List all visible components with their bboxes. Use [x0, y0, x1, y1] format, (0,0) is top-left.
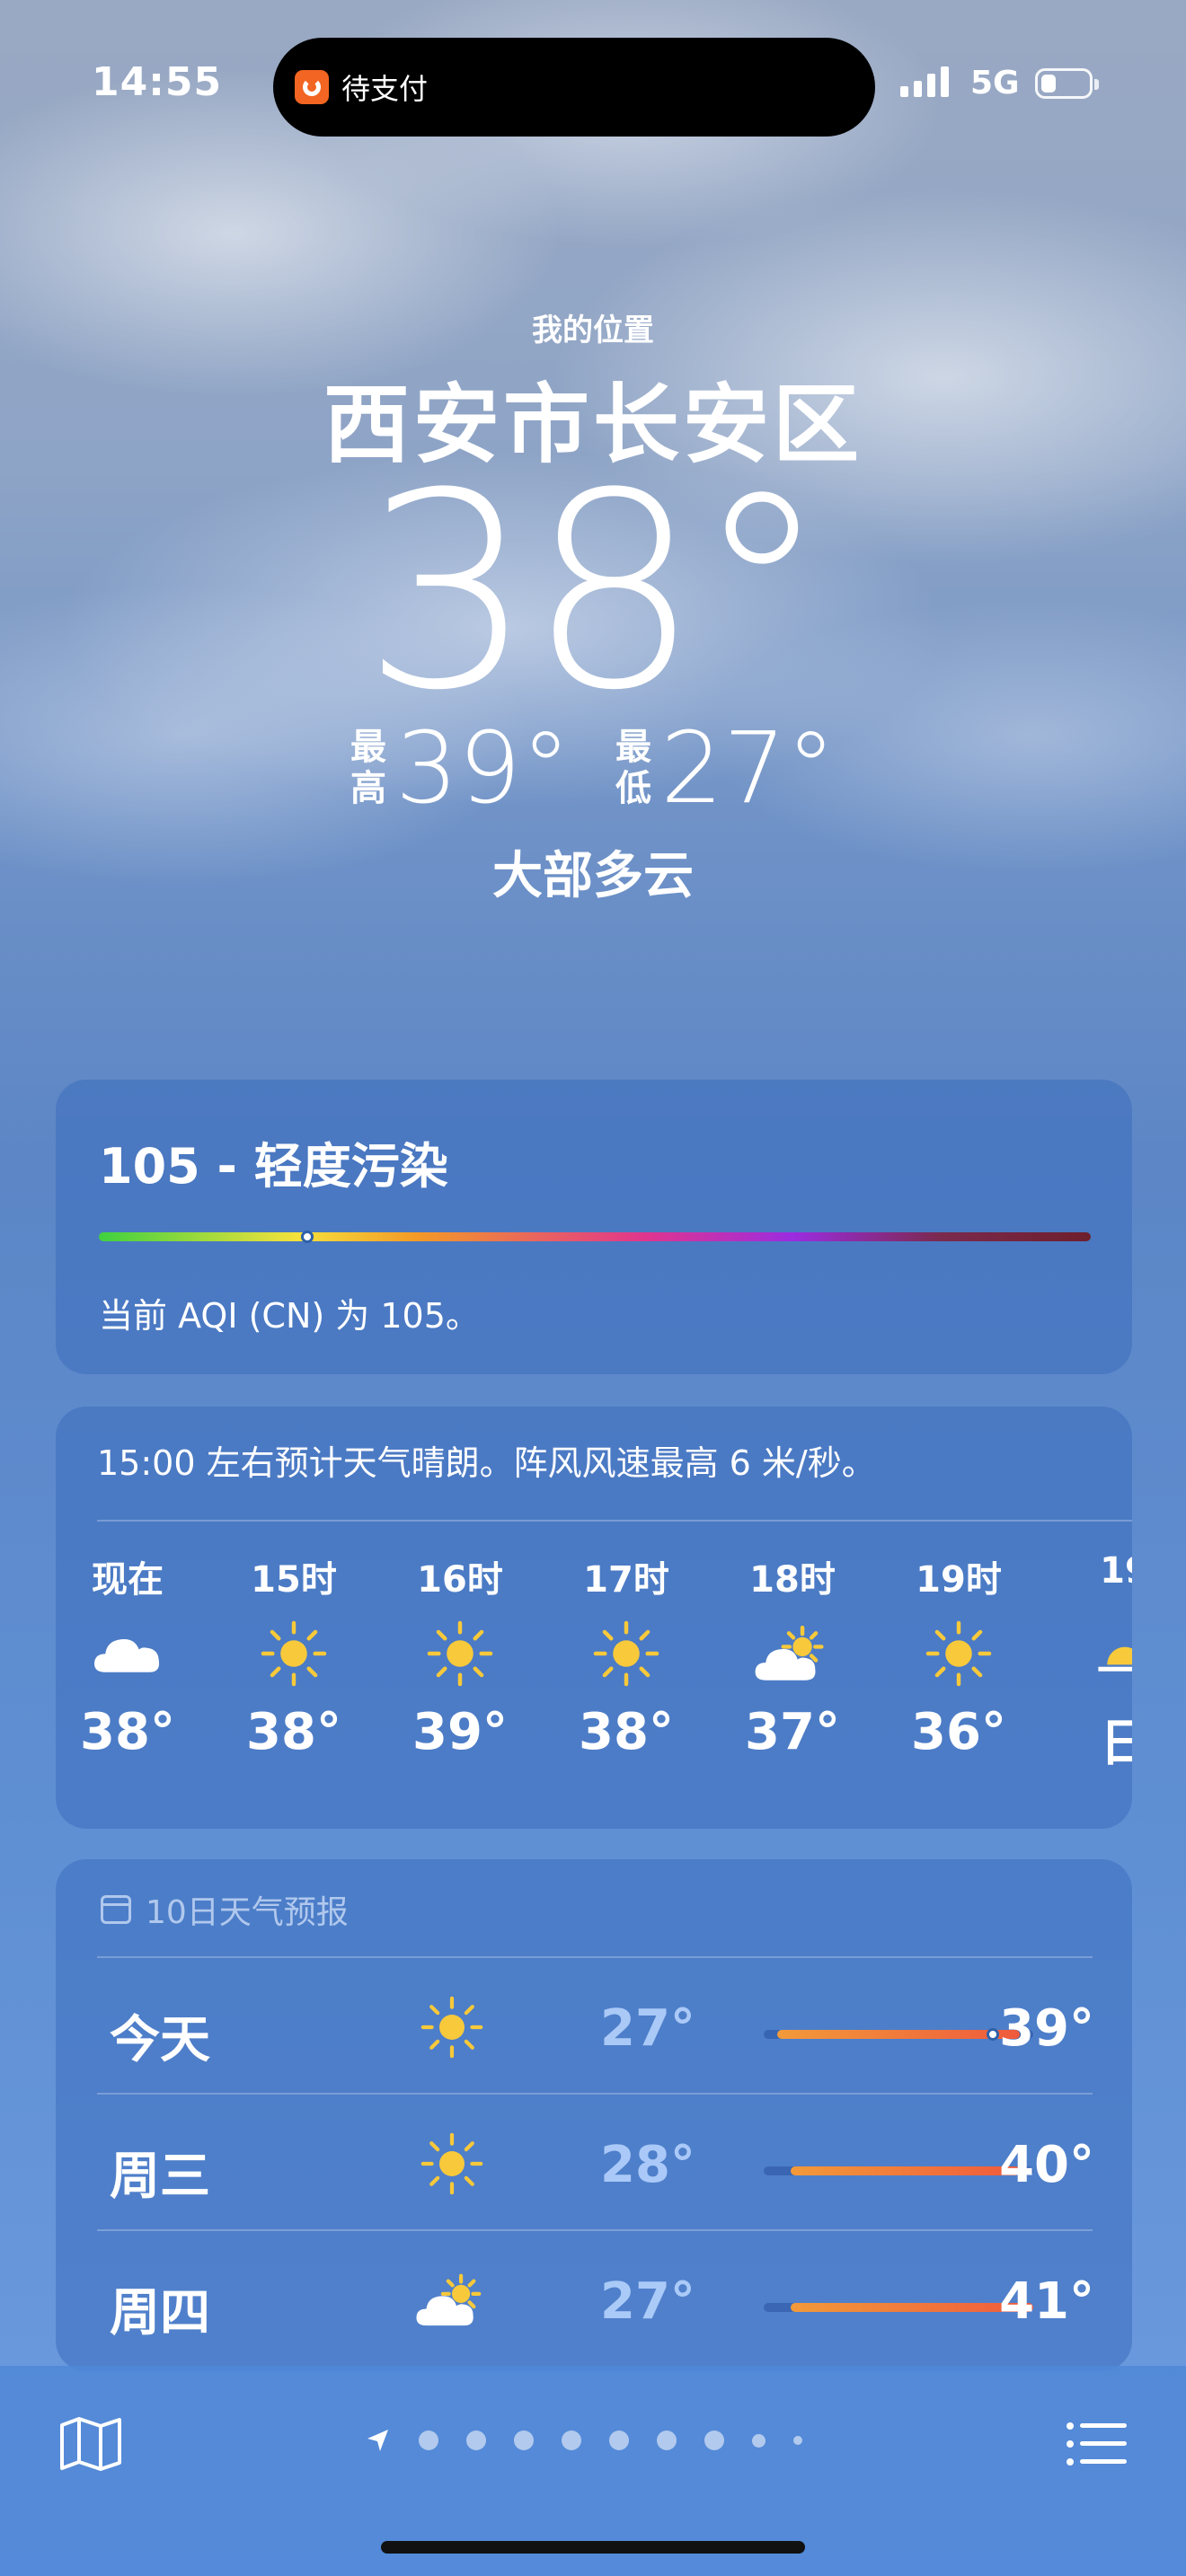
sun-icon: [222, 1604, 366, 1703]
partly-cloudy-icon: [412, 2260, 492, 2341]
aqi-description: 当前 AQI (CN) 为 105。: [99, 1296, 480, 1336]
hour-label: 16时: [417, 1559, 503, 1601]
hour-temperature: 37°: [745, 1703, 840, 1761]
battery-icon: [1035, 68, 1099, 99]
day-label: 今天: [110, 2011, 210, 2069]
day-label: 周三: [110, 2148, 210, 2206]
daily-forecast-card[interactable]: 10日天气预报 今天 27° 39° 周三 28° 40° 周四 27° 41°: [56, 1859, 1132, 2371]
day-low: 27°: [600, 2272, 695, 2331]
page-indicator[interactable]: [364, 2427, 802, 2454]
calendar-icon: [101, 1895, 131, 1924]
page-dot[interactable]: [514, 2430, 534, 2450]
hourly-summary: 15:00 左右预计天气晴朗。阵风风速最高 6 米/秒。: [97, 1443, 876, 1483]
sunset-icon: [1053, 1604, 1132, 1703]
day-low: 28°: [600, 2136, 695, 2194]
status-time: 14:55: [92, 59, 223, 105]
daily-header: 10日天气预报: [101, 1886, 349, 1933]
location-label: 我的位置: [532, 313, 654, 348]
aqi-title: 105 - 轻度污染: [99, 1138, 448, 1195]
temp-range-bar: [764, 2028, 1033, 2041]
hourly-item: 15时 38°: [222, 1550, 366, 1761]
page-dot[interactable]: [793, 2436, 802, 2445]
low-temperature: 27°: [659, 710, 836, 825]
page-dot[interactable]: [466, 2430, 486, 2450]
temp-range-fill: [791, 2166, 1020, 2175]
status-bar: 14:55 待支付 5G: [0, 0, 1186, 144]
page-dot[interactable]: [752, 2433, 766, 2448]
dynamic-island-label: 待支付: [341, 72, 429, 106]
location-arrow-icon[interactable]: [364, 2427, 391, 2454]
air-quality-card[interactable]: 105 - 轻度污染 当前 AQI (CN) 为 105。: [56, 1080, 1132, 1374]
daily-row[interactable]: 周四 27° 41°: [97, 2229, 1132, 2364]
page-dot[interactable]: [657, 2430, 677, 2450]
current-temp-marker: [987, 2028, 999, 2041]
low-label: 最 低: [615, 727, 651, 809]
aqi-scale-bar: [99, 1231, 1091, 1243]
daily-row[interactable]: 今天 27° 39°: [97, 1956, 1132, 2091]
hourly-item: 16时 39°: [388, 1550, 532, 1761]
divider: [97, 2229, 1093, 2231]
cloud-icon: [56, 1604, 199, 1703]
hourly-item: 现在 38°: [56, 1550, 199, 1761]
hourly-item: 18时 37°: [721, 1550, 864, 1761]
day-label: 周四: [110, 2284, 210, 2342]
high-low: 最 高 39° 最 低 27°: [350, 719, 881, 817]
page-dot[interactable]: [704, 2430, 724, 2450]
hour-label: 19时: [916, 1559, 1002, 1601]
hour-label: 15时: [251, 1559, 337, 1601]
page-dot[interactable]: [562, 2430, 581, 2450]
divider: [97, 2093, 1093, 2095]
sun-icon: [887, 1604, 1031, 1703]
hourly-item: 19时 36°: [887, 1550, 1031, 1761]
page-dot[interactable]: [419, 2430, 438, 2450]
hour-temperature: 38°: [579, 1703, 674, 1761]
network-type: 5G: [970, 65, 1020, 101]
condition-text: 大部多云: [492, 847, 694, 905]
hour-label: 19: [1100, 1550, 1132, 1592]
temp-range-bar: [764, 2303, 1033, 2312]
day-low: 27°: [600, 1999, 695, 2058]
day-high: 39°: [999, 1999, 1094, 2058]
home-indicator[interactable]: [381, 2541, 805, 2554]
day-high: 41°: [999, 2272, 1094, 2331]
sun-icon: [554, 1604, 698, 1703]
page-dot[interactable]: [609, 2430, 629, 2450]
divider: [97, 1520, 1132, 1522]
hour-temperature: 日: [1100, 1715, 1132, 1773]
high-label: 最 高: [350, 727, 386, 809]
daily-row[interactable]: 周三 28° 40°: [97, 2093, 1132, 2228]
hour-temperature: 39°: [412, 1703, 508, 1761]
aqi-indicator: [300, 1231, 314, 1243]
hourly-item: 17时 38°: [554, 1550, 698, 1761]
map-icon[interactable]: [59, 2416, 122, 2472]
signal-icon: [900, 66, 949, 97]
hour-label: 17时: [583, 1559, 669, 1601]
day-high: 40°: [999, 2136, 1094, 2194]
sun-icon: [412, 2123, 492, 2204]
hour-temperature: 38°: [80, 1703, 175, 1761]
hourly-item: 19 日: [1053, 1550, 1132, 1776]
hourly-forecast-card[interactable]: 15:00 左右预计天气晴朗。阵风风速最高 6 米/秒。 现在 38° 15时 3…: [56, 1407, 1132, 1829]
hour-temperature: 38°: [246, 1703, 341, 1761]
temp-range-fill: [777, 2030, 1020, 2039]
app-icon: [295, 70, 329, 104]
divider: [97, 1956, 1093, 1958]
temp-range-fill: [791, 2303, 1033, 2312]
high-temperature: 39°: [395, 710, 571, 825]
sun-icon: [412, 1987, 492, 2068]
current-temperature: 38°: [362, 436, 829, 749]
list-icon[interactable]: [1066, 2422, 1128, 2466]
hour-label: 现在: [92, 1559, 164, 1601]
hour-label: 18时: [749, 1559, 836, 1601]
dynamic-island[interactable]: 待支付: [273, 38, 875, 137]
hour-temperature: 36°: [911, 1703, 1006, 1761]
sun-icon: [388, 1604, 532, 1703]
temp-range-bar: [764, 2166, 1033, 2175]
partly-cloudy-icon: [721, 1604, 864, 1703]
